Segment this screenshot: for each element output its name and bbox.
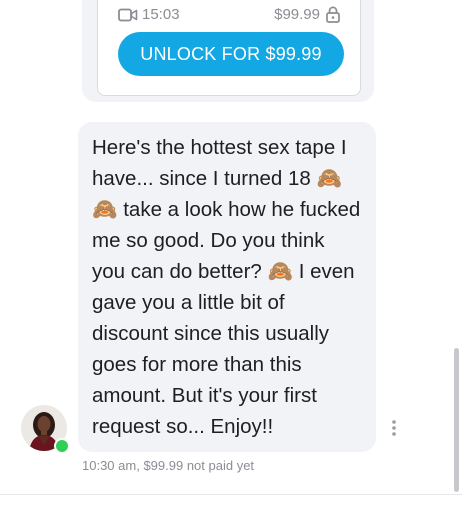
message-time: 10:30 am,: [82, 458, 140, 473]
message-footer: 10:30 am, $99.99 not paid yet: [82, 458, 254, 473]
media-duration-text: 15:03: [142, 6, 180, 23]
chat-screen: 15:03 $99.99 UNLOCK FOR $99.99 Here's th…: [0, 0, 462, 512]
online-status-indicator: [54, 438, 70, 454]
more-vertical-icon: [392, 420, 396, 436]
message-text: Here's the hottest sex tape I have... si…: [92, 136, 361, 438]
media-price: $99.99: [274, 6, 340, 23]
media-price-text: $99.99: [274, 6, 320, 23]
divider: [0, 494, 462, 495]
sender-avatar[interactable]: [21, 405, 70, 454]
media-duration: 15:03: [118, 6, 180, 23]
unlock-button[interactable]: UNLOCK FOR $99.99: [118, 32, 344, 76]
scrollbar[interactable]: [454, 348, 459, 492]
payment-status: $99.99 not paid yet: [143, 458, 255, 473]
media-meta: 15:03 $99.99: [118, 6, 340, 26]
lock-icon: [326, 6, 340, 23]
message-bubble: Here's the hottest sex tape I have... si…: [78, 122, 376, 452]
media-message-bubble: 15:03 $99.99 UNLOCK FOR $99.99: [82, 0, 374, 102]
video-camera-icon: [118, 8, 138, 22]
message-more-button[interactable]: [384, 416, 404, 440]
locked-media-card: 15:03 $99.99 UNLOCK FOR $99.99: [97, 0, 361, 96]
